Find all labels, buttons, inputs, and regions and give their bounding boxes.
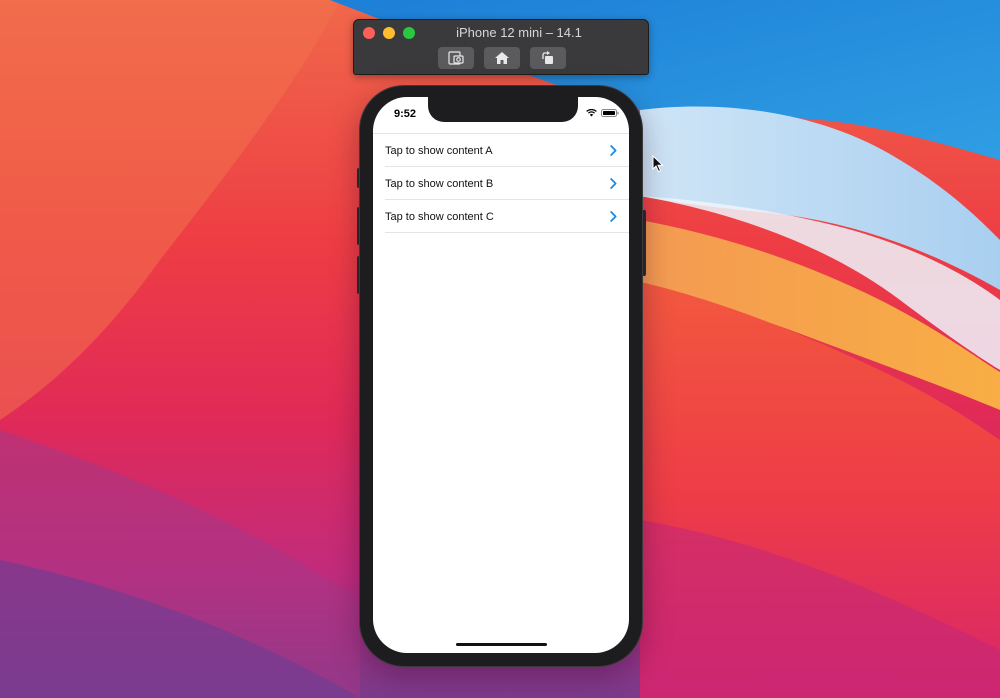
zoom-window-button[interactable]: [403, 27, 415, 39]
rotate-icon: [542, 51, 553, 64]
home-icon: [495, 52, 509, 64]
phone-screen: 9:52 Tap to show content A Tap to show c…: [373, 97, 629, 653]
list-item-content-a[interactable]: Tap to show content A: [373, 134, 629, 167]
close-window-button[interactable]: [363, 27, 375, 39]
wifi-icon: [586, 109, 597, 117]
status-bar-time: 9:52: [394, 108, 417, 120]
home-button[interactable]: [484, 47, 520, 69]
rotate-button[interactable]: [530, 47, 566, 69]
chevron-right-icon: [610, 178, 617, 189]
power-button: [642, 210, 646, 276]
home-indicator[interactable]: [456, 643, 547, 646]
list-item-content-c[interactable]: Tap to show content C: [373, 200, 629, 233]
chevron-right-icon: [610, 211, 617, 222]
list-item-label: Tap to show content C: [385, 210, 494, 223]
screenshot-button[interactable]: [438, 47, 474, 69]
status-bar-icons: [586, 109, 619, 117]
simulator-window-toolbar: iPhone 12 mini – 14.1: [353, 19, 649, 75]
simulator-title: iPhone 12 mini – 14.1: [456, 25, 582, 40]
chevron-right-icon: [610, 145, 617, 156]
row-separator: [385, 232, 629, 233]
desktop-wallpaper: iPhone 12 mini – 14.1 9:52 Tap to show c…: [0, 0, 1000, 698]
battery-icon: [601, 109, 619, 117]
list-item-label: Tap to show content B: [385, 177, 494, 190]
mouse-pointer-icon: [652, 155, 664, 173]
notch: [428, 97, 578, 122]
content-list: Tap to show content A Tap to show conten…: [373, 134, 629, 233]
list-item-content-b[interactable]: Tap to show content B: [373, 167, 629, 200]
camera-screenshot-icon: [448, 51, 464, 65]
list-item-label: Tap to show content A: [385, 144, 493, 157]
minimize-window-button[interactable]: [383, 27, 395, 39]
